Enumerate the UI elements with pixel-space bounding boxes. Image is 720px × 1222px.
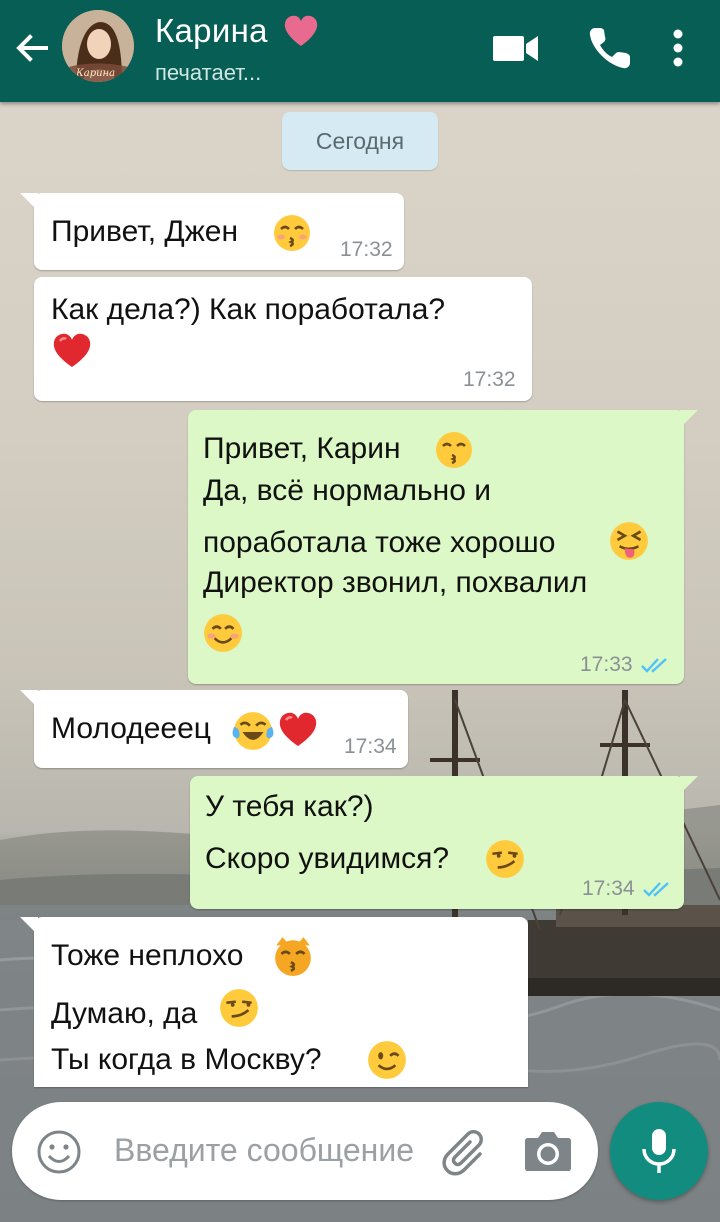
message-text: поработала тоже хорошо [203, 526, 556, 559]
phone-icon [589, 28, 630, 69]
smirking-face-icon [220, 989, 258, 1027]
message-text: Думаю, да [51, 997, 198, 1030]
more-options-button[interactable] [656, 22, 700, 74]
camera-icon[interactable] [524, 1128, 572, 1174]
pink-heart-icon [284, 15, 318, 46]
smirking-face-icon [486, 840, 524, 878]
message-text: Привет, Джен [51, 215, 239, 248]
message-composer[interactable]: Введите сообщение [12, 1102, 598, 1200]
back-button[interactable] [8, 24, 56, 72]
message-text: Да, всё нормально и [203, 474, 492, 507]
tears-of-joy-icon [232, 712, 274, 750]
paperclip-icon[interactable] [440, 1126, 494, 1180]
contact-name[interactable]: Карина [155, 12, 268, 50]
smiling-face-icon [204, 614, 242, 652]
voice-record-button[interactable] [610, 1102, 708, 1200]
message-text: Скоро увидимся? [205, 842, 450, 875]
kissing-face-icon [436, 432, 472, 468]
message-text: Ты когда в Москву? [51, 1043, 322, 1076]
message-time: 17:34 [344, 735, 397, 758]
typing-status: печатает... [155, 60, 262, 85]
video-camera-icon [493, 36, 538, 61]
message-bubble-incoming[interactable]: Привет, Джен 17:32 [20, 193, 404, 270]
message-time: 17:32 [463, 368, 516, 391]
bubble-tail [20, 917, 38, 935]
message-text: Директор звонил, похвалил [203, 566, 588, 599]
video-call-button[interactable] [490, 22, 542, 74]
message-text: Привет, Карин [203, 432, 401, 465]
more-vert-icon [673, 29, 683, 67]
message-text: Молодееец [51, 712, 211, 745]
winking-face-icon [368, 1041, 406, 1079]
bubble-tail [680, 410, 698, 428]
microphone-icon [642, 1129, 676, 1173]
avatar[interactable]: Карина [62, 10, 134, 82]
bubble-tail [680, 776, 698, 794]
arrow-left-icon [16, 34, 48, 62]
message-time: 17:34 [582, 877, 635, 900]
squinting-tongue-face-icon [610, 522, 648, 560]
message-time: 17:32 [340, 238, 393, 261]
kissing-face-icon [274, 215, 310, 251]
double-check-icon [641, 658, 667, 673]
chat-header: Карина Карина печатает... [0, 0, 720, 102]
red-heart-icon [53, 333, 91, 367]
kissing-cat-icon [275, 937, 311, 976]
emoji-icon[interactable] [36, 1129, 82, 1175]
message-input[interactable]: Введите сообщение [114, 1132, 414, 1169]
message-bubble-incoming[interactable]: Как дела?) Как поработала? 17:32 [34, 277, 532, 401]
avatar-caption: Карина [76, 68, 116, 79]
message-bubble-outgoing[interactable]: Привет, Карин Да, всё нормально и порабо… [188, 410, 698, 684]
bubble-tail [20, 690, 38, 708]
message-text: Как дела?) Как поработала? [51, 293, 446, 326]
message-bubble-outgoing[interactable]: У тебя как?) Скоро увидимся? 17:34 [190, 776, 698, 909]
double-check-icon [643, 882, 669, 897]
message-bubble-incoming[interactable]: Тоже неплохо Думаю, да Ты когда в Москву… [20, 917, 528, 1087]
bubble-tail [20, 193, 38, 211]
message-text: Тоже неплохо [51, 939, 244, 972]
message-text: У тебя как?) [205, 790, 374, 823]
voice-call-button[interactable] [584, 22, 636, 74]
red-heart-icon [279, 712, 317, 746]
message-bubble-incoming[interactable]: Молодееец 17:34 [20, 690, 408, 768]
date-separator: Сегодня [282, 112, 438, 170]
message-time: 17:33 [580, 653, 633, 676]
